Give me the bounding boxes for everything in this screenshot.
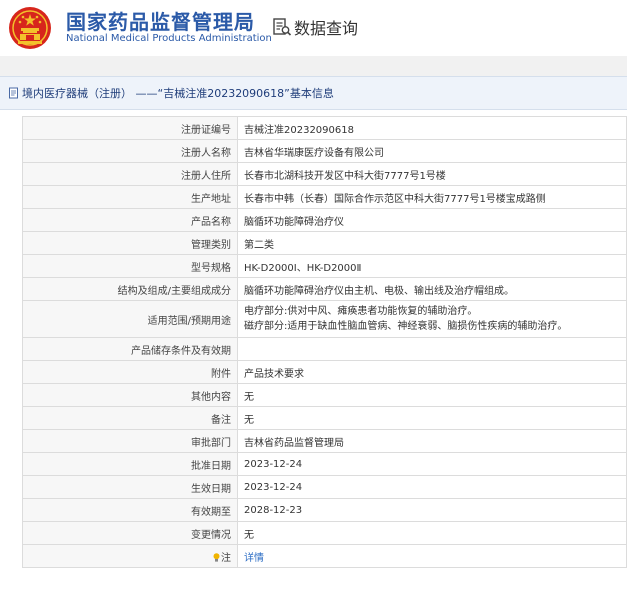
field-value: 2023-12-24 bbox=[237, 452, 627, 476]
field-value: 脑循环功能障碍治疗仪由主机、电极、输出线及治疗帽组成。 bbox=[237, 277, 627, 301]
note-label: 注 bbox=[221, 552, 231, 564]
table-row: 注册证编号 吉械注准20232090618 bbox=[22, 116, 627, 140]
table-row: 审批部门 吉林省药品监督管理局 bbox=[22, 429, 627, 453]
details-link[interactable]: 详情 bbox=[244, 553, 264, 564]
field-value bbox=[237, 337, 627, 361]
field-label: 管理类别 bbox=[22, 231, 238, 255]
field-value: 电疗部分:供对中风、瘫痪患者功能恢复的辅助治疗。 磁疗部分:适用于缺血性脑血管病… bbox=[237, 300, 627, 338]
table-row: 附件 产品技术要求 bbox=[22, 360, 627, 384]
field-value: 详情 bbox=[237, 544, 627, 568]
table-row: 备注 无 bbox=[22, 406, 627, 430]
field-value: HK-D2000Ⅰ、HK-D2000Ⅱ bbox=[237, 254, 627, 278]
field-value: 无 bbox=[237, 521, 627, 545]
table-row: 结构及组成/主要组成成分 脑循环功能障碍治疗仪由主机、电极、输出线及治疗帽组成。 bbox=[22, 277, 627, 301]
field-value-line: 电疗部分:供对中风、瘫痪患者功能恢复的辅助治疗。 bbox=[244, 306, 478, 317]
table-row: 注册人住所 长春市北湖科技开发区中科大街7777号1号楼 bbox=[22, 162, 627, 186]
record-title-bar: 境内医疗器械（注册） ——“吉械注准20232090618”基本信息 bbox=[0, 76, 627, 110]
field-label: 注册证编号 bbox=[22, 116, 238, 140]
field-value: 吉林省华瑞康医疗设备有限公司 bbox=[237, 139, 627, 163]
field-value: 吉林省药品监督管理局 bbox=[237, 429, 627, 453]
record-title: 境内医疗器械（注册） ——“吉械注准20232090618”基本信息 bbox=[22, 87, 334, 100]
field-label: 其他内容 bbox=[22, 383, 238, 407]
data-query-label: 数据查询 bbox=[294, 19, 359, 38]
table-row: 产品储存条件及有效期 bbox=[22, 337, 627, 361]
field-value: 无 bbox=[237, 406, 627, 430]
record-info-table: 注册证编号 吉械注准20232090618 注册人名称 吉林省华瑞康医疗设备有限… bbox=[22, 116, 627, 568]
table-row: 适用范围/预期用途 电疗部分:供对中风、瘫痪患者功能恢复的辅助治疗。 磁疗部分:… bbox=[22, 300, 627, 338]
table-row: 生产地址 长春市中韩（长春）国际合作示范区中科大街7777号1号楼宝成路侧 bbox=[22, 185, 627, 209]
site-header: 国家药品监督管理局 National Medical Products Admi… bbox=[0, 0, 627, 56]
field-label: 备注 bbox=[22, 406, 238, 430]
field-label: 有效期至 bbox=[22, 498, 238, 522]
field-label: 注册人住所 bbox=[22, 162, 238, 186]
field-value: 产品技术要求 bbox=[237, 360, 627, 384]
table-row: 有效期至 2028-12-23 bbox=[22, 498, 627, 522]
field-value-line: 磁疗部分:适用于缺血性脑血管病、神经衰弱、脑损伤性疾病的辅助治疗。 bbox=[244, 321, 568, 332]
field-label: 型号规格 bbox=[22, 254, 238, 278]
field-value: 2023-12-24 bbox=[237, 475, 627, 499]
field-label: 产品名称 bbox=[22, 208, 238, 232]
field-value: 长春市中韩（长春）国际合作示范区中科大街7777号1号楼宝成路侧 bbox=[237, 185, 627, 209]
table-row: 管理类别 第二类 bbox=[22, 231, 627, 255]
agency-name-en: National Medical Products Administration bbox=[66, 33, 272, 44]
table-row: 变更情况 无 bbox=[22, 521, 627, 545]
header-divider bbox=[0, 56, 627, 76]
field-label: 附件 bbox=[22, 360, 238, 384]
field-label: 结构及组成/主要组成成分 bbox=[22, 277, 238, 301]
field-label: 产品储存条件及有效期 bbox=[22, 337, 238, 361]
data-query-icon bbox=[273, 18, 292, 36]
field-value: 吉械注准20232090618 bbox=[237, 116, 627, 140]
field-label: 注 bbox=[22, 544, 238, 568]
field-value: 长春市北湖科技开发区中科大街7777号1号楼 bbox=[237, 162, 627, 186]
national-emblem-icon bbox=[9, 7, 51, 49]
table-row: 注册人名称 吉林省华瑞康医疗设备有限公司 bbox=[22, 139, 627, 163]
document-icon bbox=[9, 87, 18, 99]
agency-name-cn: 国家药品监督管理局 bbox=[66, 10, 255, 34]
field-value: 2028-12-23 bbox=[237, 498, 627, 522]
data-query-link[interactable]: 数据查询 bbox=[272, 15, 358, 39]
field-value: 第二类 bbox=[237, 231, 627, 255]
field-label: 变更情况 bbox=[22, 521, 238, 545]
table-row: 注 详情 bbox=[22, 544, 627, 568]
table-row: 产品名称 脑循环功能障碍治疗仪 bbox=[22, 208, 627, 232]
field-label: 审批部门 bbox=[22, 429, 238, 453]
field-label: 适用范围/预期用途 bbox=[22, 300, 238, 338]
field-label: 批准日期 bbox=[22, 452, 238, 476]
table-row: 其他内容 无 bbox=[22, 383, 627, 407]
field-label: 注册人名称 bbox=[22, 139, 238, 163]
table-row: 批准日期 2023-12-24 bbox=[22, 452, 627, 476]
field-value: 脑循环功能障碍治疗仪 bbox=[237, 208, 627, 232]
record-panel: 境内医疗器械（注册） ——“吉械注准20232090618”基本信息 注册证编号… bbox=[0, 76, 627, 601]
table-row: 型号规格 HK-D2000Ⅰ、HK-D2000Ⅱ bbox=[22, 254, 627, 278]
table-row: 生效日期 2023-12-24 bbox=[22, 475, 627, 499]
lightbulb-icon bbox=[213, 552, 220, 562]
field-label: 生效日期 bbox=[22, 475, 238, 499]
field-value: 无 bbox=[237, 383, 627, 407]
field-label: 生产地址 bbox=[22, 185, 238, 209]
